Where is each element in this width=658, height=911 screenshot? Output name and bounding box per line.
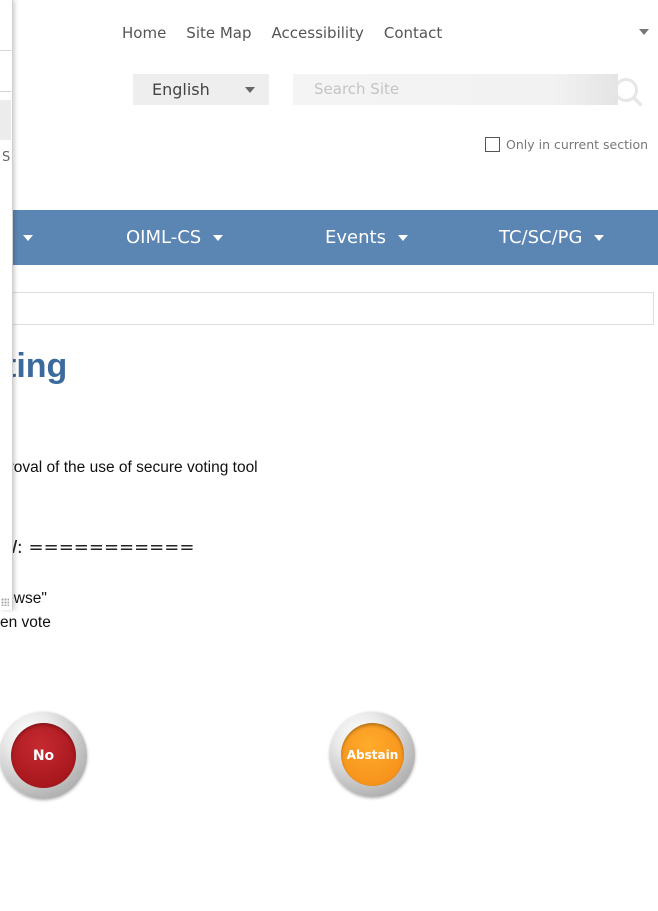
nav-item-events[interactable]: Events xyxy=(325,210,408,265)
side-panel-section xyxy=(0,100,11,140)
nav-item-oiml-cs[interactable]: OIML-CS xyxy=(126,210,224,265)
vote-abstain-label: Abstain xyxy=(341,723,404,786)
vote-no-button[interactable]: No xyxy=(0,712,87,799)
chevron-down-icon xyxy=(213,234,224,241)
site-map-link[interactable]: Site Map xyxy=(186,24,251,42)
chevron-down-icon xyxy=(594,234,605,241)
side-panel-letter: S xyxy=(2,150,11,165)
only-current-section-option[interactable]: Only in current section xyxy=(485,137,648,152)
only-current-section-checkbox[interactable] xyxy=(485,137,500,152)
chevron-down-icon xyxy=(245,87,255,93)
nav-item-label: Events xyxy=(325,227,386,248)
contact-link[interactable]: Contact xyxy=(384,24,442,42)
chevron-down-icon xyxy=(397,234,408,241)
utility-nav: Home Site Map Accessibility Contact xyxy=(122,24,442,42)
nav-item-label: OIML-CS xyxy=(126,227,202,248)
resize-handle-icon[interactable] xyxy=(1,598,9,606)
side-panel-field[interactable] xyxy=(0,50,11,92)
chevron-down-icon xyxy=(23,234,34,241)
chevron-down-icon[interactable] xyxy=(639,29,649,35)
home-link[interactable]: Home xyxy=(122,24,166,42)
section-heading: W: =========== xyxy=(0,537,195,558)
side-panel[interactable]: S xyxy=(0,0,13,610)
vote-no-label: No xyxy=(11,723,76,788)
nav-item-tc-sc-pg[interactable]: TC/SC/PG xyxy=(499,210,605,265)
intro-text: proval of the use of secure voting tool xyxy=(0,459,258,476)
nav-item-label: TC/SC/PG xyxy=(499,227,583,248)
search-placeholder: Search Site xyxy=(314,80,400,98)
search-input[interactable]: Search Site xyxy=(293,74,618,105)
main-nav: e OIML-CS Events TC/SC/PG xyxy=(0,210,658,265)
language-selected-value: English xyxy=(152,80,210,99)
accessibility-link[interactable]: Accessibility xyxy=(272,24,364,42)
language-select[interactable]: English xyxy=(133,74,269,105)
page-title: ting xyxy=(5,347,68,385)
search-icon[interactable] xyxy=(612,76,642,106)
instruction-text: en vote xyxy=(0,614,51,631)
vote-abstain-button[interactable]: Abstain xyxy=(330,712,415,797)
breadcrumb xyxy=(0,292,654,325)
only-current-section-label: Only in current section xyxy=(506,137,649,152)
